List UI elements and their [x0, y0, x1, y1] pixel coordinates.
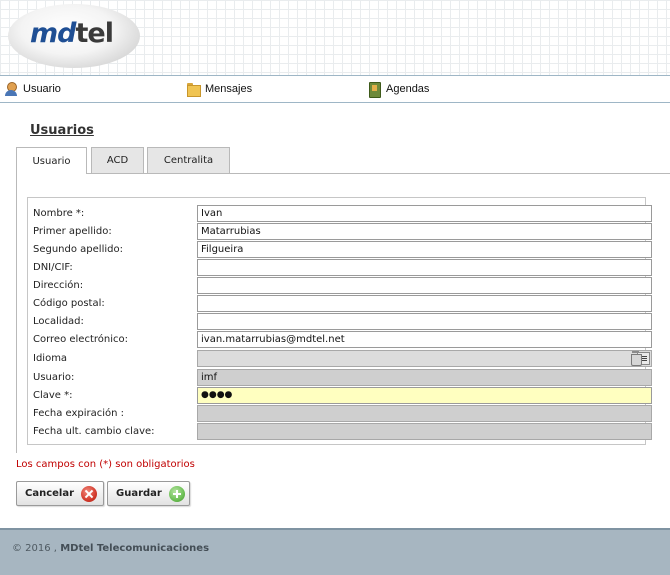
fecha-cambio-clave-field[interactable] [197, 423, 652, 440]
field-label: Nombre *: [33, 208, 85, 219]
footer: © 2016 , MDtel Telecomunicaciones [0, 528, 670, 575]
save-button[interactable]: Guardar [107, 481, 190, 506]
user-icon [4, 82, 18, 96]
close-icon [81, 485, 98, 502]
logo[interactable]: mdtel [30, 18, 114, 49]
field-label: DNI/CIF: [33, 262, 73, 273]
field-label: Fecha expiración : [33, 408, 125, 419]
dni-field[interactable] [197, 259, 652, 276]
usuario-field[interactable]: imf [197, 369, 652, 386]
primer-apellido-field[interactable]: Matarrubias [197, 223, 652, 240]
nombre-field[interactable]: Ivan [197, 205, 652, 222]
field-label: Segundo apellido: [33, 244, 123, 255]
company-name: MDtel Telecomunicaciones [60, 543, 210, 554]
header: mdtel [0, 0, 670, 75]
field-label: Código postal: [33, 298, 105, 309]
cancel-button-label: Cancelar [25, 488, 75, 499]
email-field[interactable]: ivan.matarrubias@mdtel.net [197, 331, 652, 348]
page-title: Usuarios [30, 123, 94, 138]
form-row-idioma: Idioma [27, 350, 652, 368]
save-button-label: Guardar [116, 488, 162, 499]
nav-item-mensajes[interactable]: Mensajes [186, 80, 252, 98]
nav-item-agendas[interactable]: Agendas [367, 80, 429, 98]
trash-icon[interactable] [631, 351, 642, 366]
tab-acd[interactable]: ACD [91, 147, 144, 173]
required-note: Los campos con (*) son obligatorios [16, 459, 195, 470]
field-label: Usuario: [33, 372, 75, 383]
field-label: Correo electrónico: [33, 334, 128, 345]
field-label: Dirección: [33, 280, 84, 291]
nav-item-label: Agendas [386, 83, 430, 95]
add-icon [168, 485, 185, 502]
field-label: Idioma [33, 353, 68, 364]
segundo-apellido-field[interactable]: Filgueira [197, 241, 652, 258]
field-label: Localidad: [33, 316, 84, 327]
main-nav: Usuario Mensajes Agendas [0, 75, 670, 103]
codigo-postal-field[interactable] [197, 295, 652, 312]
field-label: Fecha ult. cambio clave: [33, 426, 155, 437]
fecha-expiracion-field[interactable] [197, 405, 652, 422]
cancel-button[interactable]: Cancelar [16, 481, 104, 506]
tab-centralita[interactable]: Centralita [147, 147, 230, 173]
nav-item-label: Mensajes [205, 83, 253, 95]
folder-icon [186, 82, 201, 97]
field-label: Clave *: [33, 390, 73, 401]
tab-usuario[interactable]: Usuario [16, 147, 87, 174]
copyright: © 2016 , MDtel Telecomunicaciones [12, 543, 209, 554]
localidad-field[interactable] [197, 313, 652, 330]
direccion-field[interactable] [197, 277, 652, 294]
field-label: Primer apellido: [33, 226, 112, 237]
book-icon [367, 82, 381, 98]
nav-item-label: Usuario [23, 83, 61, 95]
copyright-text: © 2016 , [12, 543, 57, 554]
idioma-select[interactable] [197, 350, 652, 367]
nav-item-usuario[interactable]: Usuario [4, 80, 61, 98]
password-field[interactable]: ●●●● [197, 387, 652, 404]
